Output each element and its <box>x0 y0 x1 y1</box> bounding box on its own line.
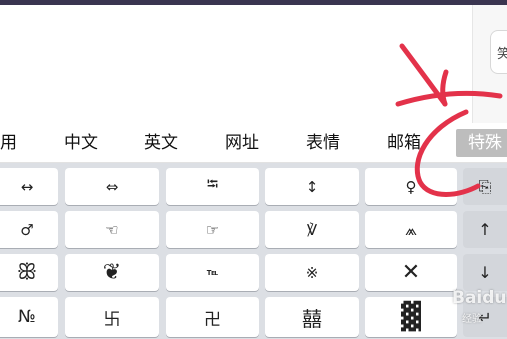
symbol-key-label: ↕ <box>305 177 319 196</box>
symbol-key-label: ♀ <box>405 177 417 196</box>
symbol-key[interactable]: ⩕ <box>365 211 457 248</box>
symbol-key-label: 囍 <box>302 306 322 331</box>
arrow-down-icon: ↓ <box>478 263 492 282</box>
symbol-keyboard: ↔ ⇔ ⭾ ↕ ♀ ♂ ☜ ☞ ℣ ⩕ ꕥ ❦ ℡ ※ ✕ № 卐 卍 囍 ▓ … <box>0 163 507 339</box>
symbol-key[interactable]: ↕ <box>265 168 359 205</box>
symbol-key-label: ℣ <box>306 220 318 239</box>
watermark-sub: 经验 <box>462 314 482 325</box>
symbol-key-label: ▓ <box>401 302 421 332</box>
symbol-key[interactable]: ꕥ <box>0 254 58 291</box>
symbol-key-label: 卍 <box>204 309 221 330</box>
symbol-key-label: № <box>18 307 36 327</box>
lock-key[interactable]: ⎘ <box>463 168 507 205</box>
category-tab-email[interactable]: 邮箱 <box>387 124 421 162</box>
watermark-logo: Baidu <box>452 288 507 308</box>
suggestion-chip-label: 笑 <box>497 46 507 62</box>
symbol-key[interactable]: ↔ <box>0 168 58 205</box>
category-tab-url[interactable]: 网址 <box>225 124 259 162</box>
symbol-key-label: ♂ <box>20 220 34 239</box>
symbol-key-label: ℡ <box>206 267 219 278</box>
category-tab-emoji[interactable]: 表情 <box>306 124 340 162</box>
symbol-key-label: ⩕ <box>405 220 417 239</box>
symbol-key[interactable]: 卍 <box>166 297 259 337</box>
symbol-key-label: ☜ <box>105 220 119 239</box>
symbol-key-label: ☞ <box>205 220 220 239</box>
symbol-key[interactable]: ⇔ <box>65 168 159 205</box>
symbol-key[interactable]: ℣ <box>265 211 359 248</box>
symbol-key[interactable]: ♀ <box>365 168 457 205</box>
symbol-key[interactable]: № <box>0 297 58 337</box>
category-tab-chinese[interactable]: 中文 <box>64 124 98 162</box>
category-tab-english[interactable]: 英文 <box>144 124 178 162</box>
suggestion-chip[interactable]: 笑 <box>490 30 507 74</box>
symbol-key-label: ⇔ <box>105 177 119 196</box>
symbol-key-label: 卐 <box>103 309 121 330</box>
symbol-key-label: ⭾ <box>206 175 219 193</box>
lock-icon: ⎘ <box>478 176 492 196</box>
scroll-down-key[interactable]: ↓ <box>463 254 507 291</box>
symbol-key[interactable]: ✕ <box>365 254 457 291</box>
symbol-key[interactable]: ⭾ <box>166 168 259 205</box>
symbol-key[interactable]: ❦ <box>65 254 159 291</box>
symbol-key[interactable]: 卐 <box>65 297 159 337</box>
symbol-key-label: ↔ <box>20 177 34 196</box>
symbol-key[interactable]: ※ <box>265 254 359 291</box>
text-edit-area[interactable] <box>0 5 472 123</box>
symbol-key[interactable]: 囍 <box>265 297 359 337</box>
symbol-key[interactable]: ☜ <box>65 211 159 248</box>
symbol-category-bar: 用 中文 英文 网址 表情 邮箱 特殊 <box>0 124 507 163</box>
arrow-up-icon: ↑ <box>478 220 492 239</box>
category-tab-special[interactable]: 特殊 <box>456 129 507 157</box>
scroll-up-key[interactable]: ↑ <box>463 211 507 248</box>
symbol-key-label: ✕ <box>401 260 421 285</box>
symbol-key[interactable]: ℡ <box>166 254 259 291</box>
symbol-key-label: ❦ <box>102 260 122 285</box>
symbol-key[interactable]: ☞ <box>166 211 259 248</box>
category-tab-common[interactable]: 用 <box>0 124 17 162</box>
symbol-key[interactable]: ♂ <box>0 211 58 248</box>
symbol-key-label: ※ <box>305 263 319 282</box>
symbol-key-label: ꕥ <box>16 260 38 285</box>
symbol-key[interactable]: ▓ <box>365 297 457 337</box>
